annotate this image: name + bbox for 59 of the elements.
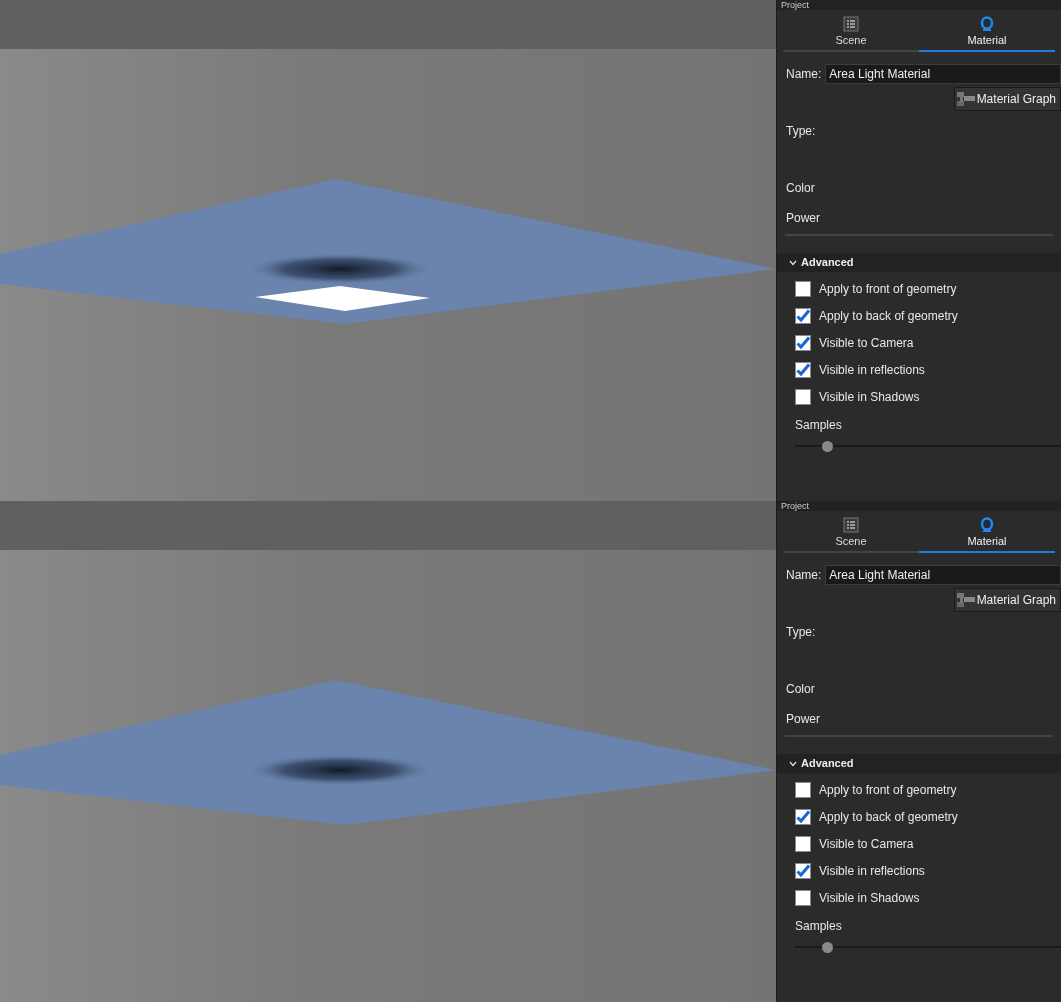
check-icon [796, 335, 810, 350]
samples-label: Samples [795, 918, 843, 935]
chevron-icon [789, 259, 797, 266]
material-graph-button[interactable]: Material Graph [953, 588, 1061, 612]
field-label: Name: [786, 567, 822, 584]
property-label: Power [786, 210, 821, 227]
property-label: Color [786, 681, 816, 698]
panel-tab[interactable]: Scene [783, 513, 919, 553]
checkbox[interactable] [795, 280, 811, 297]
option-label: Visible to Camera [819, 334, 914, 352]
panel-title: Project [781, 501, 809, 511]
slider-thumb[interactable] [821, 941, 833, 953]
samples-slider[interactable] [795, 941, 1061, 953]
option-label: Visible in Shadows [819, 388, 920, 406]
checkbox[interactable] [795, 781, 811, 798]
checkbox[interactable] [795, 388, 811, 405]
option-label: Visible in Shadows [819, 889, 920, 907]
name-field[interactable]: Area Light Material [825, 64, 1061, 84]
property-label: Type: [786, 123, 817, 140]
name-field[interactable]: Area Light Material [825, 565, 1061, 585]
checkbox[interactable] [795, 889, 811, 906]
property-label: Type: [786, 624, 817, 641]
checkbox[interactable] [795, 334, 811, 351]
check-icon [796, 362, 810, 377]
panel-tab[interactable]: Scene [783, 12, 919, 52]
property-label: Power [786, 711, 821, 728]
option-label: Apply to front of geometry [819, 781, 957, 799]
option-label: Visible in reflections [819, 361, 925, 379]
checkbox[interactable] [795, 835, 811, 852]
panel-title: Project [781, 0, 809, 10]
samples-label: Samples [795, 417, 843, 434]
property-label: Color [786, 180, 816, 197]
slider-thumb[interactable] [821, 440, 833, 452]
check-icon [796, 308, 810, 323]
field-label: Name: [786, 66, 822, 83]
advanced-section-header[interactable]: Advanced [777, 754, 1061, 773]
list-icon [843, 15, 859, 32]
advanced-section-header[interactable]: Advanced [777, 253, 1061, 272]
material-graph-button[interactable]: Material Graph [953, 87, 1061, 111]
panel-tab[interactable]: Material [919, 12, 1055, 52]
option-label: Visible to Camera [819, 835, 914, 853]
checkbox[interactable] [795, 307, 811, 324]
ring-icon [980, 516, 994, 533]
checkbox[interactable] [795, 808, 811, 825]
ring-icon [980, 15, 994, 32]
panel-tab[interactable]: Material [919, 513, 1055, 553]
check-icon [796, 809, 810, 824]
option-label: Apply to front of geometry [819, 280, 957, 298]
node-graph-icon [956, 91, 975, 107]
option-label: Apply to back of geometry [819, 808, 958, 826]
checkbox[interactable] [795, 862, 811, 879]
option-label: Apply to back of geometry [819, 307, 958, 325]
list-icon [843, 516, 859, 533]
check-icon [796, 863, 810, 878]
checkbox[interactable] [795, 361, 811, 378]
node-graph-icon [956, 592, 975, 608]
samples-slider[interactable] [795, 440, 1061, 452]
chevron-icon [789, 760, 797, 767]
option-label: Visible in reflections [819, 862, 925, 880]
